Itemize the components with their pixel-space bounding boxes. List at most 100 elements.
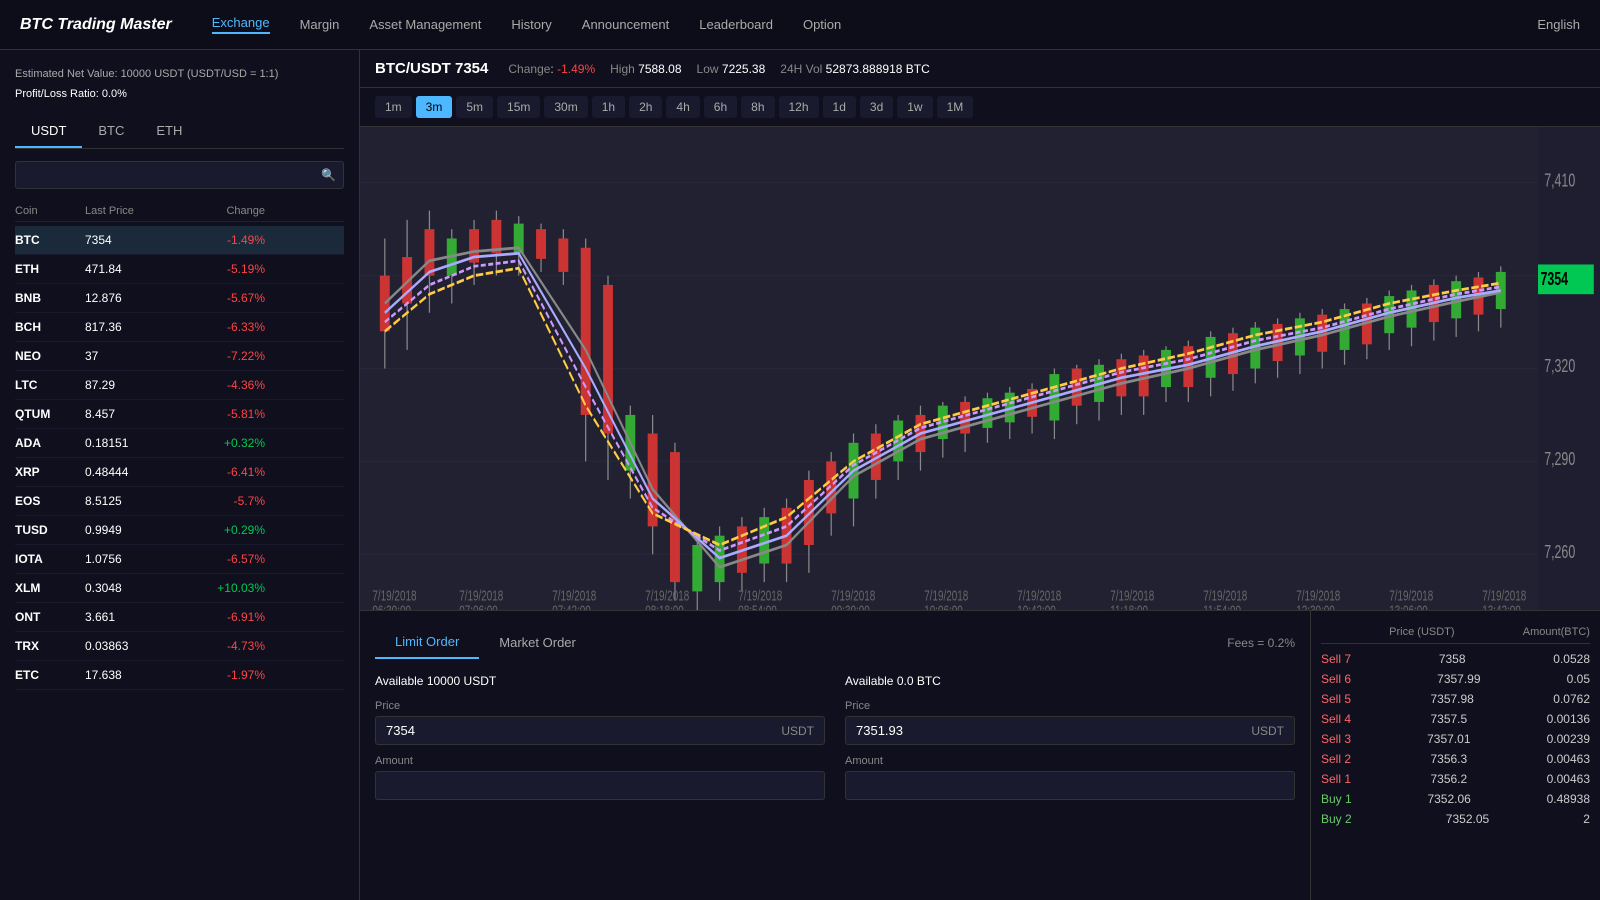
list-item[interactable]: BTC 7354 -1.49% — [15, 226, 344, 255]
chart-container[interactable]: 7,410 7,380 7,320 7,290 7,260 7354 7/19/… — [360, 127, 1600, 610]
language-selector[interactable]: English — [1537, 17, 1580, 32]
tab-eth[interactable]: ETH — [140, 115, 198, 148]
nav-option[interactable]: Option — [803, 17, 841, 32]
time-2h[interactable]: 2h — [629, 96, 662, 118]
table-row[interactable]: Buy 2 7352.05 2 — [1321, 809, 1590, 829]
buy-price-input[interactable] — [386, 723, 776, 738]
list-item[interactable]: IOTA 1.0756 -6.57% — [15, 545, 344, 574]
nav-asset-management[interactable]: Asset Management — [369, 17, 481, 32]
stat-volume: 24H Vol 52873.888918 BTC — [780, 62, 929, 76]
time-15m[interactable]: 15m — [497, 96, 540, 118]
table-row[interactable]: Sell 3 7357.01 0.00239 — [1321, 729, 1590, 749]
time-1m[interactable]: 1m — [375, 96, 412, 118]
coin-name: ETC — [15, 668, 85, 682]
sell-amount-input-wrapper — [845, 771, 1295, 800]
time-1w[interactable]: 1w — [897, 96, 932, 118]
time-1h[interactable]: 1h — [592, 96, 625, 118]
coin-price: 87.29 — [85, 378, 185, 392]
chart-section: BTC/USDT 7354 Change: -1.49% High 7588.0… — [360, 50, 1600, 610]
ob-amount: 0.05 — [1567, 672, 1590, 686]
list-item[interactable]: ADA 0.18151 +0.32% — [15, 429, 344, 458]
time-8h[interactable]: 8h — [741, 96, 774, 118]
svg-text:06:30:00: 06:30:00 — [372, 603, 411, 610]
tab-limit-order[interactable]: Limit Order — [375, 626, 479, 659]
tab-btc[interactable]: BTC — [82, 115, 140, 148]
list-item[interactable]: TRX 0.03863 -4.73% — [15, 632, 344, 661]
coin-name: ONT — [15, 610, 85, 624]
coin-price: 0.9949 — [85, 523, 185, 537]
coin-change: -5.67% — [185, 291, 265, 305]
coin-price: 17.638 — [85, 668, 185, 682]
sell-price-input[interactable] — [856, 723, 1246, 738]
svg-text:12:30:00: 12:30:00 — [1296, 603, 1335, 610]
time-1d[interactable]: 1d — [823, 96, 856, 118]
search-icon: 🔍 — [321, 168, 336, 182]
table-row[interactable]: Sell 2 7356.3 0.00463 — [1321, 749, 1590, 769]
right-panel: BTC/USDT 7354 Change: -1.49% High 7588.0… — [360, 50, 1600, 900]
table-row[interactable]: Sell 5 7357.98 0.0762 — [1321, 689, 1590, 709]
col-header-price: Last Price — [85, 205, 185, 217]
buy-price-input-wrapper: USDT — [375, 716, 825, 745]
time-1M[interactable]: 1M — [937, 96, 974, 118]
time-30m[interactable]: 30m — [544, 96, 587, 118]
svg-text:7,290: 7,290 — [1544, 450, 1575, 470]
list-item[interactable]: BCH 817.36 -6.33% — [15, 313, 344, 342]
time-12h[interactable]: 12h — [779, 96, 819, 118]
list-item[interactable]: BNB 12.876 -5.67% — [15, 284, 344, 313]
ob-amount: 0.48938 — [1547, 792, 1590, 806]
list-item[interactable]: XRP 0.48444 -6.41% — [15, 458, 344, 487]
table-row[interactable]: Buy 1 7352.06 0.48938 — [1321, 789, 1590, 809]
order-book: Price (USDT) Amount(BTC) Sell 7 7358 0.0… — [1310, 611, 1600, 900]
sell-amount-input[interactable] — [856, 778, 1284, 793]
table-row[interactable]: Sell 7 7358 0.0528 — [1321, 649, 1590, 669]
list-item[interactable]: ETH 471.84 -5.19% — [15, 255, 344, 284]
coin-name: TUSD — [15, 523, 85, 537]
nav-leaderboard[interactable]: Leaderboard — [699, 17, 773, 32]
svg-text:10:42:00: 10:42:00 — [1017, 603, 1056, 610]
sell-available: Available 0.0 BTC — [845, 674, 1295, 688]
nav-exchange[interactable]: Exchange — [212, 15, 270, 34]
time-3d[interactable]: 3d — [860, 96, 893, 118]
table-row[interactable]: Sell 4 7357.5 0.00136 — [1321, 709, 1590, 729]
list-item[interactable]: LTC 87.29 -4.36% — [15, 371, 344, 400]
time-3m[interactable]: 3m — [416, 96, 453, 118]
list-item[interactable]: TUSD 0.9949 +0.29% — [15, 516, 344, 545]
pl-ratio: Profit/Loss Ratio: 0.0% — [15, 85, 344, 105]
stat-low: Low 7225.38 — [697, 62, 766, 76]
tab-usdt[interactable]: USDT — [15, 115, 82, 148]
coin-table: Coin Last Price Change BTC 7354 -1.49% E… — [15, 201, 344, 690]
ob-label: Buy 2 — [1321, 812, 1352, 826]
table-row[interactable]: Sell 1 7356.2 0.00463 — [1321, 769, 1590, 789]
list-item[interactable]: NEO 37 -7.22% — [15, 342, 344, 371]
svg-text:08:18:00: 08:18:00 — [645, 603, 684, 610]
coin-change: -6.33% — [185, 320, 265, 334]
nav-margin[interactable]: Margin — [300, 17, 340, 32]
nav-history[interactable]: History — [511, 17, 551, 32]
chart-header: BTC/USDT 7354 Change: -1.49% High 7588.0… — [360, 50, 1600, 88]
order-book-header: Price (USDT) Amount(BTC) — [1321, 621, 1590, 644]
table-row[interactable]: Sell 6 7357.99 0.05 — [1321, 669, 1590, 689]
svg-text:13:06:00: 13:06:00 — [1389, 603, 1428, 610]
buy-amount-input[interactable] — [386, 778, 814, 793]
nav-announcement[interactable]: Announcement — [582, 17, 669, 32]
svg-text:09:30:00: 09:30:00 — [831, 603, 870, 610]
coin-change: +0.32% — [185, 436, 265, 450]
fees-info: Fees = 0.2% — [1227, 636, 1295, 650]
ob-amount: 0.00463 — [1547, 752, 1590, 766]
coin-change: -5.81% — [185, 407, 265, 421]
list-item[interactable]: EOS 8.5125 -5.7% — [15, 487, 344, 516]
coin-change: +0.29% — [185, 523, 265, 537]
list-item[interactable]: ETC 17.638 -1.97% — [15, 661, 344, 690]
svg-text:07:42:00: 07:42:00 — [552, 603, 591, 610]
tab-market-order[interactable]: Market Order — [479, 627, 596, 658]
coin-price: 3.661 — [85, 610, 185, 624]
list-item[interactable]: ONT 3.661 -6.91% — [15, 603, 344, 632]
time-4h[interactable]: 4h — [666, 96, 699, 118]
list-item[interactable]: XLM 0.3048 +10.03% — [15, 574, 344, 603]
list-item[interactable]: QTUM 8.457 -5.81% — [15, 400, 344, 429]
search-input[interactable] — [15, 161, 344, 189]
time-6h[interactable]: 6h — [704, 96, 737, 118]
svg-text:11:18:00: 11:18:00 — [1110, 603, 1148, 610]
time-5m[interactable]: 5m — [456, 96, 493, 118]
order-form: Available 10000 USDT Price USDT Amount — [375, 674, 1295, 810]
